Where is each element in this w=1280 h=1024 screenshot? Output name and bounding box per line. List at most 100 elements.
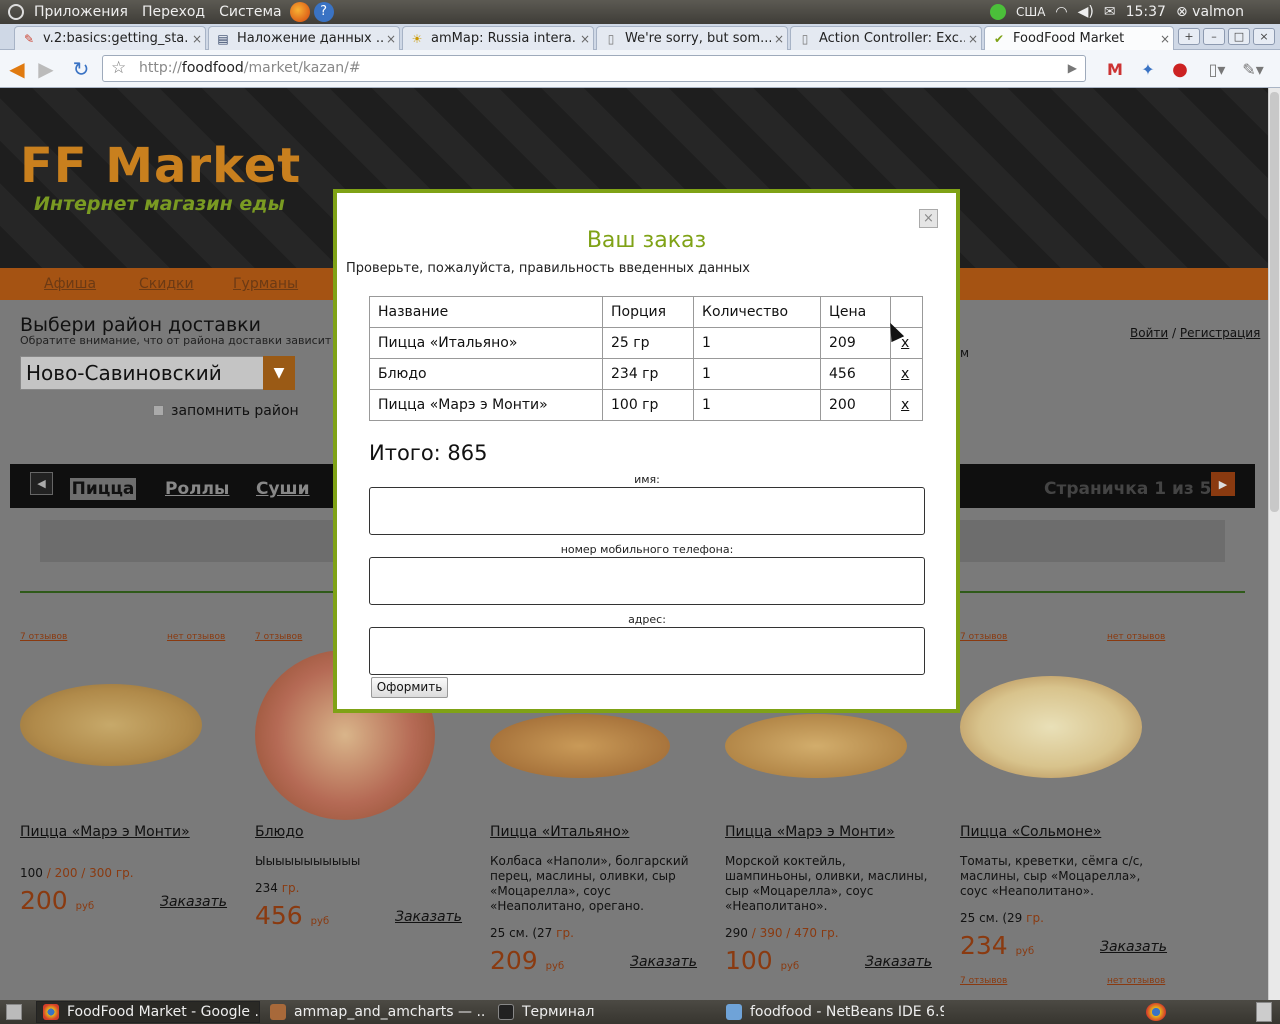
taskbar: FoodFood Market - Google ... ammap_and_a… — [0, 1000, 1280, 1024]
tab-0[interactable]: ✎ v.2:basics:getting_sta... × — [14, 26, 206, 50]
task-label: FoodFood Market - Google ... — [67, 1004, 260, 1020]
address-bar[interactable]: ☆ http://foodfood/market/kazan/# ▶ — [102, 55, 1086, 82]
user-menu[interactable]: ⊗ valmon — [1176, 4, 1244, 20]
maximize-icon[interactable]: □ — [1228, 28, 1250, 45]
extension-icon[interactable]: ✦ — [1137, 58, 1159, 80]
tab-close-icon[interactable]: × — [383, 32, 399, 46]
task-terminal[interactable]: Терминал — [492, 1001, 716, 1023]
tab-2[interactable]: ☀ amMap: Russia intera... × — [402, 26, 594, 50]
tab-close-icon[interactable]: × — [189, 32, 205, 46]
task-folder[interactable]: ammap_and_amcharts — ... — [264, 1001, 486, 1023]
product-price: 456 руб — [255, 901, 329, 930]
menu-places[interactable]: Переход — [142, 4, 205, 20]
register-link[interactable]: Регистрация — [1180, 326, 1260, 340]
product-card: 7 отзывов нет отзывов Пицца «Сольмоне» Т… — [960, 628, 1180, 988]
tab-title: FoodFood Market — [1013, 31, 1125, 46]
scrollbar-thumb[interactable] — [1270, 92, 1279, 512]
reload-icon[interactable]: ↻ — [70, 57, 92, 81]
minimize-icon[interactable]: – — [1203, 28, 1225, 45]
page-scrollbar[interactable] — [1268, 88, 1280, 1000]
district-note: Обратите внимание, что от района доставк… — [20, 334, 344, 347]
category-pizza[interactable]: Пицца — [70, 478, 136, 500]
no-reviews-link[interactable]: нет отзывов — [167, 632, 225, 642]
column-header: Название — [369, 296, 603, 328]
product-name[interactable]: Пицца «Марэ э Монти» — [725, 824, 895, 840]
trash-icon[interactable] — [1256, 1002, 1272, 1022]
tab-4[interactable]: ▯ Action Controller: Exc... × — [790, 26, 982, 50]
wrench-menu-icon[interactable]: ✎▾ — [1242, 58, 1264, 80]
page-menu-icon[interactable]: ▯▾ — [1206, 58, 1228, 80]
district-select[interactable]: Ново-Савиновский — [20, 356, 264, 390]
network-icon[interactable]: ◠ — [1055, 4, 1067, 20]
product-image[interactable] — [490, 714, 670, 778]
tab-3[interactable]: ▯ We're sorry, but som... × — [596, 26, 788, 50]
order-button[interactable]: Заказать — [1100, 939, 1167, 955]
remove-item-button[interactable]: x — [890, 358, 923, 390]
terminal-icon — [498, 1004, 514, 1020]
next-page-icon[interactable]: ▶ — [1211, 472, 1235, 496]
product-image[interactable] — [725, 714, 907, 778]
adblock-icon[interactable]: ● — [1169, 58, 1191, 80]
tab-close-icon[interactable]: × — [965, 32, 981, 46]
keyboard-layout[interactable]: США — [1016, 5, 1045, 19]
product-name[interactable]: Пицца «Марэ э Монти» — [20, 824, 190, 840]
currency: руб — [75, 901, 95, 912]
menu-applications[interactable]: Приложения — [34, 4, 128, 20]
tab-5[interactable]: ✔ FoodFood Market × — [984, 26, 1174, 50]
no-reviews-link[interactable]: нет отзывов — [1107, 976, 1165, 986]
weight-options: / 200 / 300 гр. — [42, 866, 134, 880]
task-chrome[interactable]: FoodFood Market - Google ... — [36, 1001, 260, 1023]
volume-icon[interactable]: ◀) — [1078, 4, 1094, 20]
reviews-link[interactable]: 7 отзывов — [960, 632, 1007, 642]
bookmark-star-icon[interactable]: ☆ — [111, 56, 126, 81]
address-field[interactable] — [369, 627, 925, 675]
show-desktop-icon[interactable] — [6, 1004, 22, 1020]
close-icon[interactable]: × — [919, 209, 938, 228]
submit-order-button[interactable]: Оформить — [371, 677, 448, 698]
help-icon[interactable]: ? — [313, 2, 334, 22]
remove-item-button[interactable]: x — [890, 389, 923, 421]
login-link[interactable]: Войти — [1130, 326, 1168, 340]
product-name[interactable]: Пицца «Итальяно» — [490, 824, 629, 840]
tab-close-icon[interactable]: × — [771, 32, 787, 46]
prev-page-icon[interactable]: ◀ — [30, 472, 53, 495]
new-tab-icon[interactable]: + — [1178, 28, 1200, 45]
reviews-link[interactable]: 7 отзывов — [255, 632, 302, 642]
category-sushi[interactable]: Суши — [256, 479, 310, 499]
task-netbeans[interactable]: foodfood - NetBeans IDE 6.9 — [720, 1001, 944, 1023]
table-row: Пицца «Итальяно» 25 гр 1 209 x — [369, 327, 923, 359]
go-icon[interactable]: ▶ — [1068, 56, 1077, 81]
remember-district-checkbox[interactable] — [153, 405, 164, 416]
order-button[interactable]: Заказать — [865, 954, 932, 970]
order-button[interactable]: Заказать — [395, 909, 462, 925]
menu-system[interactable]: Система — [219, 4, 281, 20]
update-icon[interactable] — [990, 4, 1006, 20]
product-name[interactable]: Пицца «Сольмоне» — [960, 824, 1101, 840]
name-field[interactable] — [369, 487, 925, 535]
tab-close-icon[interactable]: × — [577, 32, 593, 46]
phone-field[interactable] — [369, 557, 925, 605]
tab-close-icon[interactable]: × — [1157, 32, 1173, 46]
mail-icon[interactable]: ✉ — [1104, 4, 1116, 20]
chevron-down-icon[interactable]: ▼ — [263, 356, 295, 390]
tab-1[interactable]: ▤ Наложение данных ... × — [208, 26, 400, 50]
order-button[interactable]: Заказать — [160, 894, 227, 910]
tab-title: We're sorry, but som... — [625, 31, 771, 46]
product-image[interactable] — [20, 684, 202, 766]
ubuntu-logo-icon[interactable] — [8, 4, 24, 20]
gmail-icon[interactable]: M — [1104, 58, 1126, 80]
tray-chrome-icon[interactable] — [1146, 1003, 1166, 1021]
category-rolls[interactable]: Роллы — [165, 479, 229, 499]
tab-title: amMap: Russia intera... — [431, 31, 577, 46]
product-image[interactable] — [960, 676, 1142, 778]
product-name[interactable]: Блюдо — [255, 824, 304, 840]
order-button[interactable]: Заказать — [630, 954, 697, 970]
reviews-link[interactable]: 7 отзывов — [960, 976, 1007, 986]
reviews-link[interactable]: 7 отзывов — [20, 632, 67, 642]
close-window-icon[interactable]: × — [1253, 28, 1275, 45]
clock[interactable]: 15:37 — [1126, 4, 1166, 20]
firefox-icon[interactable] — [289, 2, 310, 22]
no-reviews-link[interactable]: нет отзывов — [1107, 632, 1165, 642]
forward-icon[interactable]: ▶ — [35, 57, 57, 81]
back-icon[interactable]: ◀ — [6, 57, 28, 81]
